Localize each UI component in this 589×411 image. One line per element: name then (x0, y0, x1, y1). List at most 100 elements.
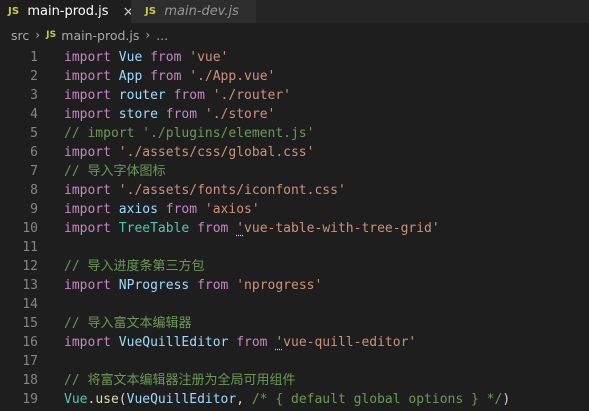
js-file-icon: JS (46, 30, 57, 40)
code-line[interactable]: 7 // 导入字体图标 (0, 162, 589, 181)
line-number: 18 (22, 373, 38, 388)
code-token: vue-table-with-tree-grid' (244, 221, 440, 236)
line-code: import App from './App.vue' (64, 67, 275, 86)
code-line[interactable]: 16 import VueQuillEditor from 'vue-quill-… (0, 333, 589, 352)
tab-label: main-prod.js (27, 4, 109, 19)
code-token: from (197, 278, 229, 293)
code-line[interactable]: 15 // 导入富文本编辑器 (0, 314, 589, 333)
tab-label: main-dev.js (164, 4, 239, 19)
line-number: 8 (30, 183, 38, 198)
line-code: import TreeTable from 'vue-table-with-tr… (64, 219, 440, 238)
code-token: // 将富文本编辑器注册为全局可用组件 (64, 373, 296, 388)
code-token: import (64, 50, 111, 65)
tab-main-prod[interactable]: JS main-prod.js × (0, 0, 134, 23)
code-token: // 导入进度条第三方包 (64, 259, 205, 274)
code-token: store (118, 107, 158, 122)
code-line[interactable]: 17 (0, 352, 589, 371)
code-token: VueQuillEditor (126, 392, 237, 407)
line-number: 6 (30, 145, 38, 160)
code-token: from (236, 335, 268, 350)
code-line[interactable]: 1 import Vue from 'vue' (0, 48, 589, 67)
breadcrumb-file[interactable]: main-prod.js (61, 28, 139, 43)
code-editor[interactable]: 1 import Vue from 'vue' 2 import App from '… (0, 47, 589, 411)
tab-bar: JS main-prod.js × JS main-dev.js (0, 0, 589, 23)
code-line[interactable]: 14 (0, 295, 589, 314)
code-token: from (165, 202, 198, 217)
code-token: import (64, 278, 111, 293)
code-token: import (64, 88, 111, 103)
chevron-right-icon: › (145, 28, 151, 42)
code-token: './App.vue' (189, 69, 276, 84)
code-line[interactable]: 10 import TreeTable from 'vue-table-with-… (0, 219, 589, 238)
code-token: from (173, 88, 205, 103)
line-code: import NProgress from 'nprogress' (64, 276, 322, 295)
code-token: import (64, 107, 111, 122)
line-number: 19 (22, 392, 38, 407)
code-token: , (236, 392, 252, 407)
breadcrumb: src › JS main-prod.js › ... (0, 23, 589, 47)
code-line[interactable]: 11 (0, 238, 589, 257)
code-token: './assets/fonts/iconfont.css' (118, 183, 346, 198)
breadcrumb-symbol[interactable]: ... (156, 28, 168, 43)
code-line[interactable]: 18 // 将富文本编辑器注册为全局可用组件 (0, 371, 589, 390)
code-token: // import './plugins/element.js' (64, 126, 315, 141)
line-code: // 导入字体图标 (64, 162, 165, 181)
code-token: Vue (64, 392, 88, 407)
code-token: VueQuillEditor (118, 335, 229, 350)
line-number: 5 (30, 126, 38, 141)
line-code: Vue.use(VueQuillEditor, /* { default glo… (64, 390, 510, 409)
code-token: './assets/css/global.css' (118, 145, 315, 160)
code-token: use (95, 392, 119, 407)
line-code: import store from './store' (64, 105, 275, 124)
code-line[interactable]: 13 import NProgress from 'nprogress' (0, 276, 589, 295)
code-line[interactable]: 12 // 导入进度条第三方包 (0, 257, 589, 276)
code-line[interactable]: 3 import router from './router' (0, 86, 589, 105)
line-number: 15 (22, 316, 38, 331)
line-code: import axios from 'axios' (64, 200, 260, 219)
line-number: 11 (22, 240, 38, 255)
code-token: ) (502, 392, 511, 407)
code-line[interactable]: 2 import App from './App.vue' (0, 67, 589, 86)
line-number: 12 (22, 259, 38, 274)
code-token: 'nprogress' (236, 278, 323, 293)
code-line[interactable]: 9 import axios from 'axios' (0, 200, 589, 219)
code-token: TreeTable (118, 221, 190, 236)
code-line[interactable]: 19 Vue.use(VueQuillEditor, /* { default g… (0, 390, 589, 409)
code-token: ( (118, 392, 127, 407)
js-file-icon: JS (145, 6, 157, 17)
code-line[interactable]: 5 // import './plugins/element.js' (0, 124, 589, 143)
code-token: ' (275, 335, 284, 350)
line-code: import router from './router' (64, 86, 291, 105)
line-number: 16 (22, 335, 38, 350)
code-line[interactable]: 8 import './assets/fonts/iconfont.css' (0, 181, 589, 200)
tab-main-dev[interactable]: JS main-dev.js (131, 0, 256, 23)
code-line[interactable]: 6 import './assets/css/global.css' (0, 143, 589, 162)
line-code: // import './plugins/element.js' (64, 124, 314, 143)
line-number: 9 (30, 202, 38, 217)
line-number: 14 (22, 297, 38, 312)
code-line[interactable]: 4 import store from './store' (0, 105, 589, 124)
line-code: import './assets/fonts/iconfont.css' (64, 181, 346, 200)
code-token: import (64, 335, 111, 350)
code-token: './router' (212, 88, 292, 103)
code-token: Vue (118, 50, 143, 65)
code-token: // 导入富文本编辑器 (64, 316, 192, 331)
breadcrumb-folder[interactable]: src (11, 28, 29, 43)
